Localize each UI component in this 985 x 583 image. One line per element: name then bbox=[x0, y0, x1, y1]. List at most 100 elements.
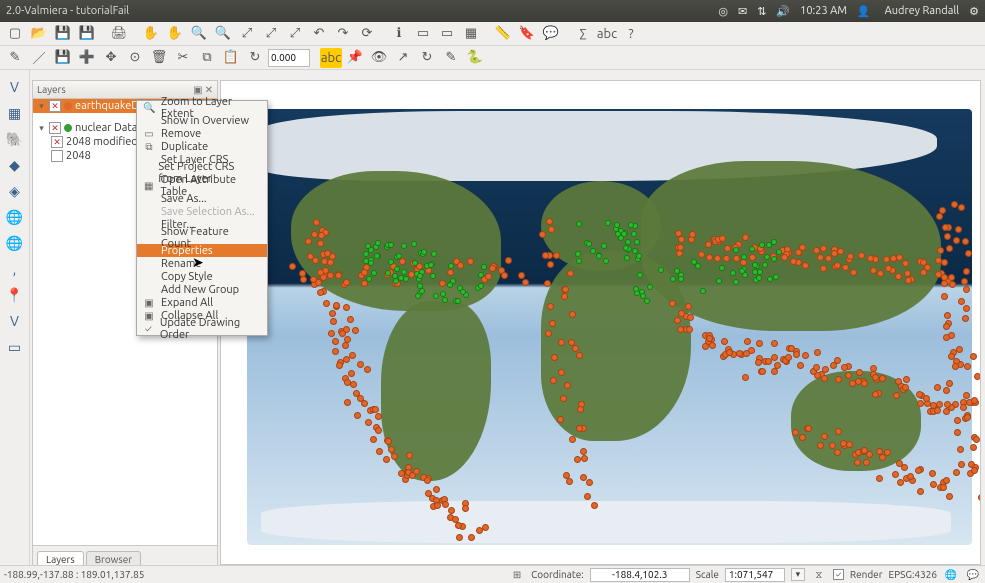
label-hide-icon[interactable]: 👁 bbox=[368, 48, 390, 68]
new-vector-icon[interactable]: V bbox=[3, 310, 27, 332]
add-feature-icon[interactable]: ➕ bbox=[76, 48, 98, 68]
visibility-checkbox[interactable]: ✕ bbox=[49, 122, 61, 134]
render-checkbox[interactable]: ✓ bbox=[833, 569, 844, 580]
coordinate-input[interactable] bbox=[590, 568, 690, 582]
save-edits-icon[interactable]: 💾 bbox=[52, 48, 74, 68]
clock[interactable]: 10:23 AM bbox=[800, 5, 847, 17]
label-icon[interactable]: abc bbox=[596, 24, 618, 44]
visibility-checkbox[interactable]: ✕ bbox=[51, 150, 63, 162]
cut-icon[interactable]: ✂ bbox=[172, 48, 194, 68]
refresh-icon[interactable]: ⟳ bbox=[356, 24, 378, 44]
ctx-update-drawing-order[interactable]: ✓Update Drawing Order bbox=[137, 322, 267, 335]
nuclear-point bbox=[628, 222, 634, 228]
zoom-next-icon[interactable]: ↷ bbox=[332, 24, 354, 44]
ctx-show-feature-count[interactable]: Show Feature Count bbox=[137, 231, 267, 244]
bookmarks-icon[interactable]: 🔖 bbox=[516, 24, 538, 44]
paste-icon[interactable]: 📋 bbox=[220, 48, 242, 68]
chrome-icon[interactable]: ◎ bbox=[718, 5, 728, 18]
volume-icon[interactable]: 🔊 bbox=[776, 5, 790, 18]
messages-icon[interactable]: 💬 bbox=[965, 568, 981, 582]
ctx-remove[interactable]: ▭Remove bbox=[137, 127, 267, 140]
ctx-zoom-to-layer[interactable]: 🔍Zoom to Layer Extent bbox=[137, 101, 267, 114]
label-pin-icon[interactable]: 📌 bbox=[344, 48, 366, 68]
map-canvas[interactable] bbox=[220, 80, 981, 565]
undock-icon[interactable]: ▣ bbox=[193, 84, 202, 96]
add-raster-icon[interactable]: ▦ bbox=[3, 102, 27, 124]
remove-layer-icon[interactable]: ▭ bbox=[3, 336, 27, 358]
save-project-icon[interactable]: 💾 bbox=[52, 24, 74, 44]
ctx-open-attr-table[interactable]: ▦Open Attribute Table bbox=[137, 179, 267, 192]
label-rotate-icon[interactable]: ↻ bbox=[416, 48, 438, 68]
add-postgis-icon[interactable]: 🐘 bbox=[3, 128, 27, 150]
gear-icon[interactable]: ⚙ bbox=[969, 5, 979, 18]
rotate-icon[interactable]: ↻ bbox=[244, 48, 266, 68]
ctx-copy-style[interactable]: Copy Style bbox=[137, 270, 267, 283]
mail-icon[interactable]: ✉ bbox=[738, 5, 747, 18]
new-project-icon[interactable]: ▢ bbox=[4, 24, 26, 44]
expand-icon[interactable]: ▾ bbox=[37, 123, 46, 134]
close-panel-icon[interactable]: ✕ bbox=[205, 84, 213, 96]
expand-icon[interactable]: ▾ bbox=[37, 101, 46, 112]
save-as-icon[interactable]: 💾 bbox=[76, 24, 98, 44]
zoom-out-icon[interactable]: 🔍 bbox=[212, 24, 234, 44]
add-gps-icon[interactable]: 📍 bbox=[3, 284, 27, 306]
label-change-icon[interactable]: ✎ bbox=[440, 48, 462, 68]
add-wfs-icon[interactable]: 🌐 bbox=[3, 232, 27, 254]
zoom-full-icon[interactable]: ⤢ bbox=[236, 24, 258, 44]
composer-icon[interactable]: 🖨 bbox=[108, 24, 130, 44]
calc-icon[interactable]: ∑ bbox=[572, 24, 594, 44]
ctx-duplicate[interactable]: ⧉Duplicate bbox=[137, 140, 267, 153]
nuclear-layer bbox=[221, 81, 980, 564]
add-wms-icon[interactable]: 🌐 bbox=[3, 206, 27, 228]
layer-context-menu: 🔍Zoom to Layer Extent Show in Overview ▭… bbox=[136, 100, 268, 336]
network-icon[interactable]: ⇅ bbox=[757, 5, 766, 18]
attr-table-icon[interactable]: ▦ bbox=[460, 24, 482, 44]
toggle-extents-icon[interactable]: ⊞ bbox=[509, 568, 525, 582]
user-icon[interactable]: 👤 bbox=[857, 5, 871, 18]
label-move-icon[interactable]: ↗ bbox=[392, 48, 414, 68]
help-icon[interactable]: ? bbox=[620, 24, 642, 44]
numeric-input[interactable] bbox=[268, 49, 310, 67]
move-feature-icon[interactable]: ✥ bbox=[100, 48, 122, 68]
user-name[interactable]: Audrey Randall bbox=[885, 5, 960, 17]
node-tool-icon[interactable]: ⊙ bbox=[124, 48, 146, 68]
add-csv-icon[interactable]: , bbox=[3, 258, 27, 280]
zoom-icon: 🔍 bbox=[143, 102, 155, 114]
stop-render-icon[interactable]: ⧖ bbox=[811, 568, 827, 582]
edit-pencil-icon[interactable]: ✎ bbox=[4, 48, 26, 68]
deselect-icon[interactable]: ▭ bbox=[436, 24, 458, 44]
measure-icon[interactable]: 📏 bbox=[492, 24, 514, 44]
copy-icon[interactable]: ⧉ bbox=[196, 48, 218, 68]
zoom-selection-icon[interactable]: ⤢ bbox=[260, 24, 282, 44]
ctx-show-overview[interactable]: Show in Overview bbox=[137, 114, 267, 127]
add-mssql-icon[interactable]: ◈ bbox=[3, 180, 27, 202]
nuclear-point bbox=[478, 272, 484, 278]
ctx-add-group[interactable]: Add New Group bbox=[137, 283, 267, 296]
layer-symbol-icon bbox=[64, 102, 72, 110]
status-bar: -188.99,-137.88 : 189.01,137.85 ⊞ Coordi… bbox=[0, 565, 985, 583]
add-spatialite-icon[interactable]: ◆ bbox=[3, 154, 27, 176]
open-project-icon[interactable]: 📂 bbox=[28, 24, 50, 44]
identify-icon[interactable]: ℹ bbox=[388, 24, 410, 44]
annotation-icon[interactable]: 💬 bbox=[540, 24, 562, 44]
zoom-last-icon[interactable]: ↶ bbox=[308, 24, 330, 44]
nuclear-point bbox=[759, 242, 765, 248]
scale-input[interactable] bbox=[725, 568, 785, 582]
visibility-checkbox[interactable]: ✕ bbox=[49, 100, 61, 112]
scale-dropdown-icon[interactable]: ▾ bbox=[791, 568, 805, 581]
select-icon[interactable]: ▭ bbox=[412, 24, 434, 44]
visibility-checkbox[interactable]: ✕ bbox=[51, 136, 63, 148]
edit-line-icon[interactable]: ／ bbox=[28, 48, 50, 68]
system-tray: ◎ ✉ ⇅ 🔊 10:23 AM 👤 Audrey Randall ⚙ bbox=[718, 5, 979, 18]
pan-selection-icon[interactable]: ✋ bbox=[164, 24, 186, 44]
delete-icon[interactable]: 🗑 bbox=[148, 48, 170, 68]
ctx-rename[interactable]: Rename bbox=[137, 257, 267, 270]
zoom-in-icon[interactable]: 🔍 bbox=[188, 24, 210, 44]
pan-icon[interactable]: ✋ bbox=[140, 24, 162, 44]
label-tool-icon[interactable]: abc bbox=[320, 48, 342, 68]
python-icon[interactable]: 🐍 bbox=[464, 48, 486, 68]
zoom-layer-icon[interactable]: ⤢ bbox=[284, 24, 306, 44]
add-vector-icon[interactable]: V bbox=[3, 76, 27, 98]
crs-icon[interactable]: 🌐 bbox=[943, 568, 959, 582]
ctx-expand-all[interactable]: ▣Expand All bbox=[137, 296, 267, 309]
